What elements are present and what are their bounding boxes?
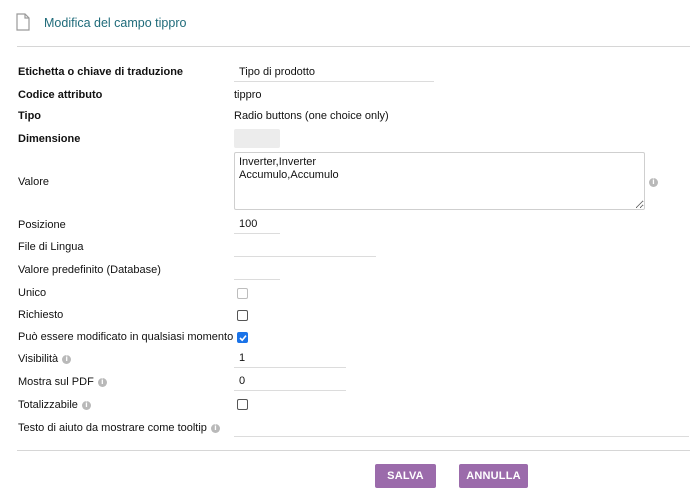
footer-divider [17, 450, 690, 451]
totalizable-row: Totalizzabile i [18, 399, 91, 411]
dimension-label: Dimensione [18, 133, 81, 145]
label-key-input[interactable] [234, 63, 434, 82]
totalizable-label: Totalizzabile [18, 399, 78, 411]
unique-label: Unico [18, 287, 47, 299]
position-label: Posizione [18, 219, 66, 231]
visibility-row: Visibilità i [18, 353, 72, 365]
default-value-label: Valore predefinito (Database) [18, 264, 161, 276]
required-label: Richiesto [18, 309, 64, 321]
lang-file-input[interactable] [234, 238, 376, 257]
always-editable-label: Può essere modificato in qualsiasi momen… [18, 331, 234, 343]
lang-file-label: File di Lingua [18, 241, 84, 253]
show-pdf-label: Mostra sul PDF [18, 376, 94, 388]
value-label: Valore [18, 176, 49, 188]
position-input[interactable] [234, 215, 280, 234]
totalizable-checkbox[interactable] [237, 399, 248, 410]
type-label: Tipo [18, 110, 42, 122]
tooltip-text-label: Testo di aiuto da mostrare come tooltip [18, 422, 207, 434]
required-checkbox[interactable] [237, 310, 248, 321]
save-button[interactable]: SALVA [375, 464, 436, 488]
always-editable-checkbox[interactable] [237, 332, 248, 343]
value-textarea[interactable]: Inverter,Inverter Accumulo,Accumulo [234, 152, 645, 210]
default-value-input[interactable] [234, 261, 280, 280]
header-divider [17, 46, 690, 47]
info-icon: i [649, 178, 658, 187]
type-value: Radio buttons (one choice only) [234, 110, 389, 122]
show-pdf-row: Mostra sul PDF i [18, 376, 107, 388]
info-icon: i [62, 354, 72, 364]
info-icon: i [210, 423, 220, 433]
show-pdf-input[interactable] [234, 372, 346, 391]
page-title: Modifica del campo tippro [44, 16, 187, 30]
info-icon: i [81, 400, 91, 410]
visibility-input[interactable] [234, 349, 346, 368]
cancel-button[interactable]: ANNULLA [459, 464, 528, 488]
tooltip-text-input[interactable] [234, 418, 689, 437]
tooltip-text-row: Testo di aiuto da mostrare come tooltip i [18, 422, 220, 434]
dimension-field[interactable] [234, 129, 280, 148]
document-icon [16, 13, 30, 31]
checkmark-icon [239, 335, 247, 342]
attr-code-label: Codice attributo [18, 89, 103, 101]
attr-code-value: tippro [234, 89, 262, 101]
label-key-label: Etichetta o chiave di traduzione [18, 66, 184, 78]
unique-checkbox[interactable] [237, 288, 248, 299]
visibility-label: Visibilità [18, 353, 59, 365]
info-icon: i [97, 377, 107, 387]
page-header: Modifica del campo tippro [0, 0, 690, 46]
